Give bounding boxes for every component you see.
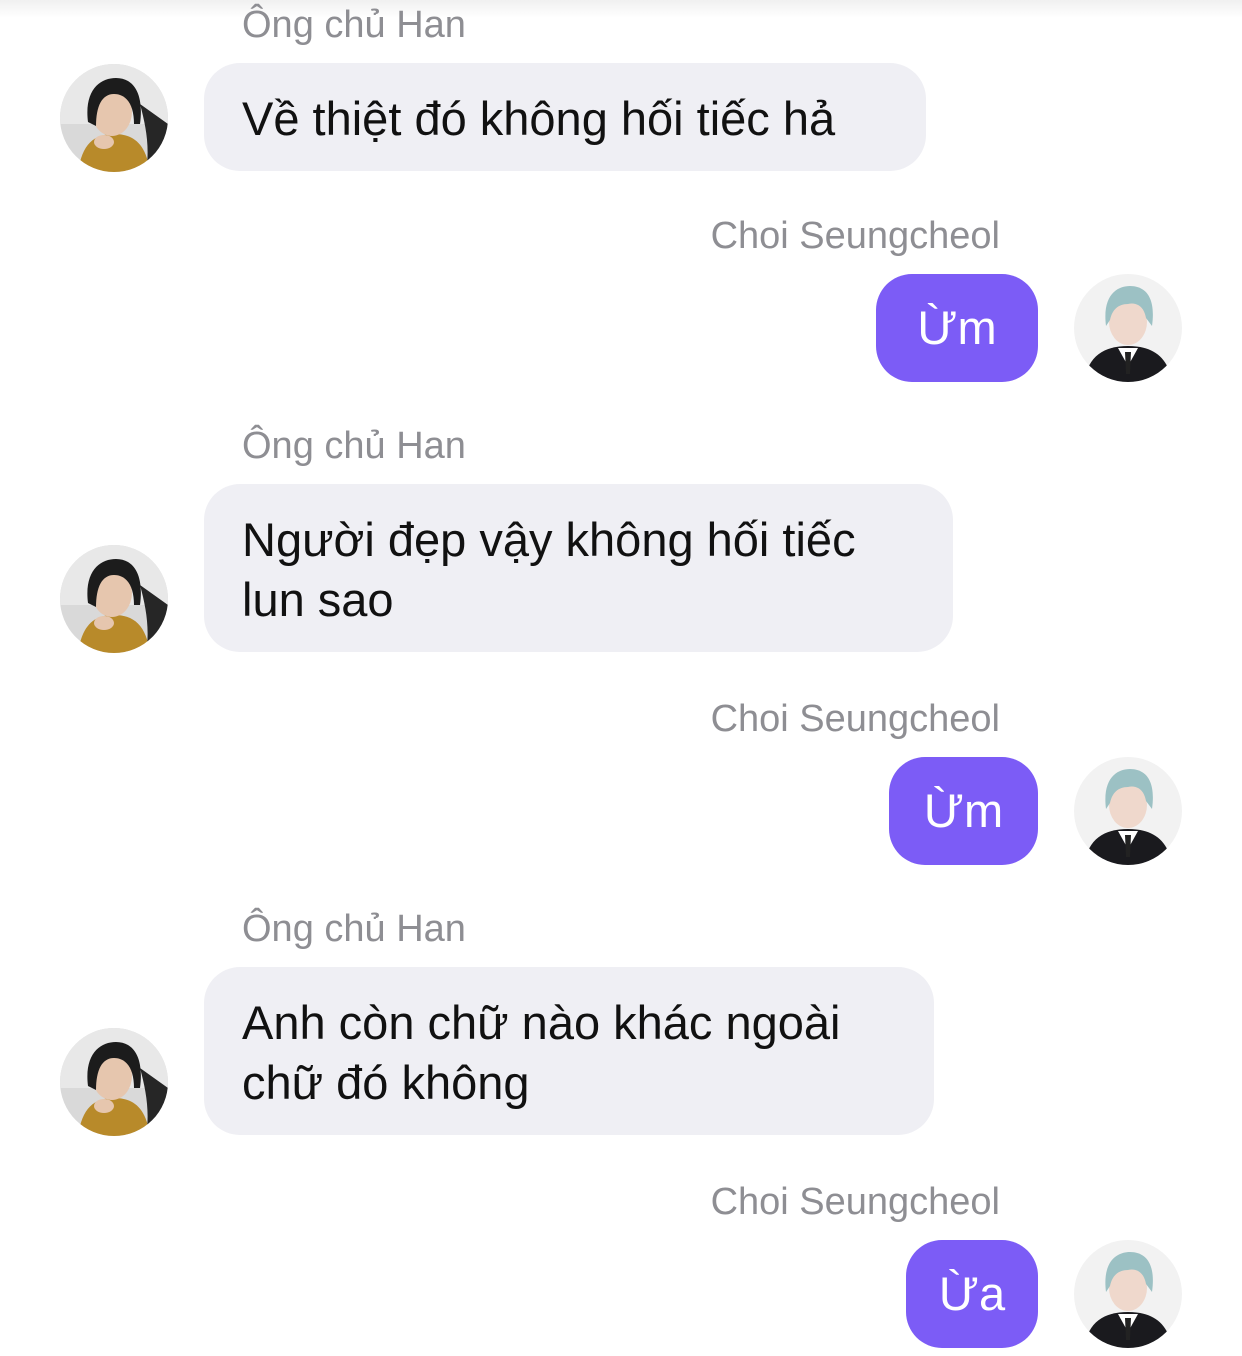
message-text: Về thiệt đó không hối tiếc hả <box>242 92 836 145</box>
avatar-seungcheol-image <box>1074 1240 1182 1348</box>
avatar-han[interactable] <box>60 545 168 653</box>
sender-name: Choi Seungcheol <box>710 1181 1000 1223</box>
avatar-han-image <box>60 545 168 653</box>
message-text: Người đẹp vậy không hối tiếc lun sao <box>242 513 856 626</box>
message-bubble-incoming[interactable]: Anh còn chữ nào khác ngoài chữ đó không <box>204 967 934 1135</box>
sender-name: Choi Seungcheol <box>710 698 1000 740</box>
avatar-han-image <box>60 64 168 172</box>
message-text: Ừm <box>917 301 997 354</box>
avatar-seungcheol-image <box>1074 757 1182 865</box>
avatar-seungcheol[interactable] <box>1074 1240 1182 1348</box>
message-bubble-outgoing[interactable]: Ừm <box>889 757 1038 865</box>
message-text: Ừa <box>938 1267 1006 1320</box>
sender-name: Ông chủ Han <box>242 908 466 950</box>
avatar-seungcheol[interactable] <box>1074 757 1182 865</box>
message-bubble-incoming[interactable]: Người đẹp vậy không hối tiếc lun sao <box>204 484 953 652</box>
avatar-seungcheol-image <box>1074 274 1182 382</box>
message-bubble-outgoing[interactable]: Ừa <box>906 1240 1038 1348</box>
avatar-han-image <box>60 1028 168 1136</box>
avatar-han[interactable] <box>60 1028 168 1136</box>
message-bubble-incoming[interactable]: Về thiệt đó không hối tiếc hả <box>204 63 926 171</box>
avatar-seungcheol[interactable] <box>1074 274 1182 382</box>
avatar-han[interactable] <box>60 64 168 172</box>
top-edge-shadow <box>0 0 1242 18</box>
message-text: Anh còn chữ nào khác ngoài chữ đó không <box>242 996 841 1109</box>
message-bubble-outgoing[interactable]: Ừm <box>876 274 1038 382</box>
sender-name: Ông chủ Han <box>242 425 466 467</box>
sender-name: Ông chủ Han <box>242 4 466 46</box>
sender-name: Choi Seungcheol <box>710 215 1000 257</box>
message-text: Ừm <box>923 784 1004 837</box>
